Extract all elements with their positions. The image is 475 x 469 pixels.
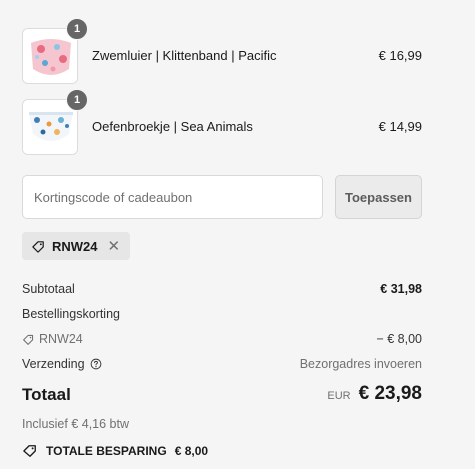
close-icon: ✕ bbox=[107, 238, 121, 255]
applied-discount-tag: RNW24 ✕ bbox=[22, 232, 131, 260]
shipping-value: Bezorgadres invoeren bbox=[299, 357, 422, 371]
quantity-badge: 1 bbox=[66, 18, 88, 40]
savings-value: € 8,00 bbox=[174, 444, 209, 458]
discount-code-label: RNW24 bbox=[39, 332, 83, 346]
subtotal-label: Subtotaal bbox=[22, 282, 75, 296]
item-name: Zwemluier | Klittenband | Pacific bbox=[92, 48, 277, 63]
shipping-label: Verzending bbox=[22, 357, 85, 371]
total-label: Totaal bbox=[22, 385, 71, 404]
shipping-row: Verzending Bezorgadres invoeren bbox=[22, 357, 422, 371]
tag-icon bbox=[31, 239, 46, 254]
discount-code-row: RNW24 − € 8,00 bbox=[22, 332, 422, 346]
quantity-badge: 1 bbox=[66, 89, 88, 111]
item-name: Oefenbroekje | Sea Animals bbox=[92, 119, 253, 134]
total-savings: TOTALE BESPARING € 8,00 bbox=[22, 444, 208, 458]
help-circle-icon[interactable] bbox=[90, 358, 102, 370]
tag-icon bbox=[22, 333, 35, 346]
apply-discount-button[interactable]: Toepassen bbox=[335, 175, 422, 219]
remove-discount-button[interactable]: ✕ bbox=[108, 237, 121, 255]
savings-label: TOTALE BESPARING bbox=[46, 444, 167, 458]
tax-note: Inclusief € 4,16 btw bbox=[22, 417, 130, 431]
order-discount-row: Bestellingskorting bbox=[22, 307, 422, 321]
total-amount: EUR € 23,98 bbox=[327, 383, 422, 405]
subtotal-value: € 31,98 bbox=[380, 282, 422, 296]
item-price: € 14,99 bbox=[378, 119, 422, 134]
subtotal-row: Subtotaal € 31,98 bbox=[22, 282, 422, 296]
total-value: € 23,98 bbox=[358, 383, 422, 404]
applied-discount-code: RNW24 bbox=[52, 238, 98, 254]
tag-icon bbox=[22, 444, 38, 458]
order-discount-label: Bestellingskorting bbox=[22, 307, 120, 321]
line-item: 1 Zwemluier | Klittenband | Pacific € 16… bbox=[22, 18, 422, 86]
discount-value: − € 8,00 bbox=[376, 332, 422, 346]
line-item: 1 Oefenbroekje | Sea Animals € 14,99 bbox=[22, 89, 422, 157]
discount-code-input[interactable] bbox=[22, 175, 323, 219]
currency-code: EUR bbox=[327, 390, 351, 402]
item-price: € 16,99 bbox=[378, 48, 422, 63]
